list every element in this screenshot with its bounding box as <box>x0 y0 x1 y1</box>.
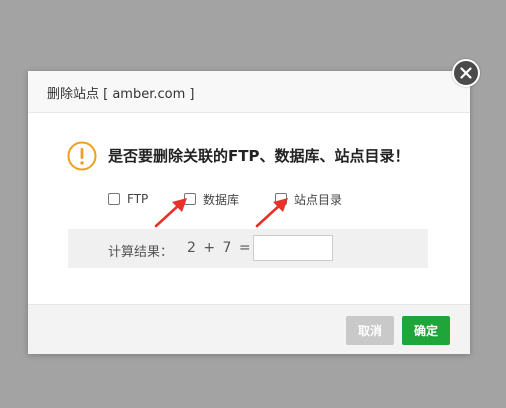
warning-icon <box>67 141 97 171</box>
red-arrow-annotation-1 <box>154 198 187 228</box>
delete-site-dialog: 删除站点 [ amber.com ] 是否要删除关联的FTP、数据库、站点目录！… <box>28 71 470 354</box>
ftp-checkbox[interactable] <box>108 193 120 205</box>
option-database[interactable]: 数据库 <box>184 191 239 207</box>
calc-expression: 2 + 7 = <box>187 240 251 256</box>
dialog-header: 删除站点 [ amber.com ] <box>28 71 470 113</box>
close-button[interactable] <box>452 59 480 87</box>
calc-label: 计算结果： <box>108 245 174 260</box>
dialog-title: 删除站点 [ amber.com ] <box>47 87 195 102</box>
close-icon <box>460 67 472 79</box>
cancel-button[interactable]: 取消 <box>346 316 394 345</box>
confirm-button[interactable]: 确定 <box>402 316 450 345</box>
option-ftp[interactable]: FTP <box>108 191 148 207</box>
ftp-label: FTP <box>127 192 149 206</box>
dialog-footer: 取消 确定 <box>28 304 470 354</box>
site-directory-label: 站点目录 <box>294 192 343 207</box>
delete-question-text: 是否要删除关联的FTP、数据库、站点目录！ <box>108 147 410 165</box>
database-label: 数据库 <box>203 192 240 207</box>
captcha-row: 计算结果： 2 + 7 = <box>68 229 428 268</box>
calc-result-input[interactable] <box>253 235 333 261</box>
red-arrow-annotation-2 <box>255 198 288 228</box>
